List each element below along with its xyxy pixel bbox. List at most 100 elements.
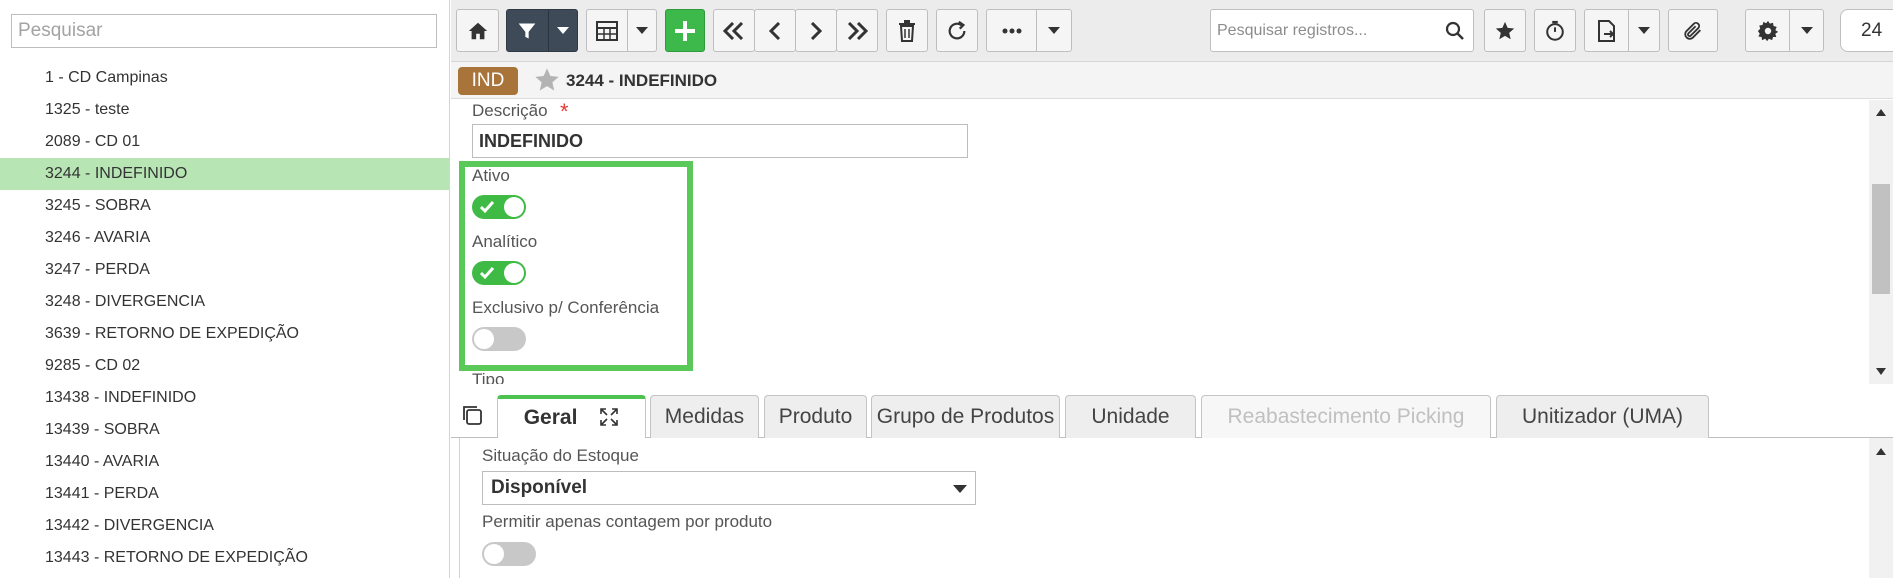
scroll-down-icon[interactable] [1876,368,1886,375]
export-icon [1597,19,1615,42]
table-view-dropdown[interactable] [626,10,656,51]
list-item[interactable]: 3248 - DIVERGENCIA [0,286,449,318]
check-icon [479,267,495,280]
plus-icon [675,20,695,41]
tab-content: Situação do Estoque Disponível Permitir … [459,438,1869,578]
ativo-label: Ativo [472,166,510,185]
check-icon [479,201,495,214]
list-item[interactable]: 13441 - PERDA [0,478,449,510]
descricao-label: Descrição [472,101,548,120]
table-view-button[interactable] [586,9,657,52]
caret-down-icon [953,485,967,493]
list-search-input[interactable] [11,14,437,48]
previous-record-button[interactable] [754,9,796,52]
situacao-label: Situação do Estoque [482,446,639,465]
tipo-label: Tipo [472,370,505,384]
paperclip-icon [1684,21,1701,40]
scroll-up-icon[interactable] [1876,109,1886,116]
last-record-button[interactable] [836,9,878,52]
filter-button[interactable] [506,9,578,52]
caret-down-icon [1048,26,1061,34]
tab-grupo-de-produtos[interactable]: Grupo de Produtos [871,395,1060,438]
search-icon[interactable] [1445,21,1465,41]
next-record-button[interactable] [795,9,837,52]
exclusivo-label: Exclusivo p/ Conferência [472,298,660,317]
toolbar: 24 [451,0,1893,62]
permitir-label: Permitir apenas contagem por produto [482,512,773,531]
export-dropdown[interactable] [1628,10,1659,51]
list-item[interactable]: 3247 - PERDA [0,254,449,286]
record-list: 1 - CD Campinas 1325 - teste 2089 - CD 0… [0,62,449,574]
list-item[interactable]: 13439 - SOBRA [0,414,449,446]
filter-icon [519,23,536,38]
descricao-input[interactable] [472,124,968,158]
list-item[interactable]: 3639 - RETORNO DE EXPEDIÇÃO [0,318,449,350]
home-icon [468,22,487,39]
star-icon[interactable] [533,66,561,94]
permitir-toggle[interactable] [482,542,536,566]
list-item[interactable]: 3246 - AVARIA [0,222,449,254]
filter-dropdown[interactable] [547,10,577,51]
tab-produto[interactable]: Produto [764,395,867,438]
list-item[interactable]: 3245 - SOBRA [0,190,449,222]
more-icon [1002,28,1022,33]
records-search-input[interactable] [1211,10,1436,51]
more-actions-button[interactable] [986,9,1072,52]
tab-geral[interactable]: Geral [497,395,646,439]
record-title: 3244 - INDEFINIDO [566,71,718,90]
refresh-icon [948,20,966,39]
scroll-up-icon[interactable] [1876,448,1886,455]
add-button[interactable] [665,9,705,52]
previous-icon [768,21,781,40]
list-item[interactable]: 2089 - CD 01 [0,126,449,158]
delete-button[interactable] [886,9,928,52]
list-item[interactable]: 9285 - CD 02 [0,350,449,382]
record-header: IND 3244 - INDEFINIDO [451,62,1893,99]
last-page-icon [847,21,868,40]
settings-dropdown[interactable] [1789,10,1823,51]
star-icon [1495,21,1515,39]
tabs-bar: Geral Medidas Produto Grupo de Produtos … [451,384,1893,439]
table-icon [595,20,618,41]
export-button[interactable] [1584,9,1660,52]
caret-down-icon [635,26,648,34]
ativo-toggle[interactable] [472,195,526,219]
settings-button[interactable] [1745,9,1824,52]
tab-unidade[interactable]: Unidade [1065,395,1196,438]
expand-icon[interactable] [599,407,619,427]
list-item[interactable]: 13442 - DIVERGENCIA [0,510,449,542]
record-list-panel: 1 - CD Campinas 1325 - teste 2089 - CD 0… [0,0,450,578]
records-search [1210,9,1474,52]
timer-button[interactable] [1534,9,1576,52]
first-page-icon [723,21,744,40]
tab-scrollbar[interactable] [1869,438,1893,578]
first-record-button[interactable] [713,9,755,52]
form-scrollbar[interactable] [1869,100,1893,384]
timer-icon [1546,20,1564,41]
page-count[interactable]: 24 [1840,9,1893,52]
copy-icon[interactable] [461,404,483,426]
list-item-selected[interactable]: 3244 - INDEFINIDO [0,158,449,190]
caret-down-icon [1800,26,1813,34]
exclusivo-toggle[interactable] [472,327,526,351]
situacao-select[interactable]: Disponível [482,471,976,505]
favorite-button[interactable] [1484,9,1526,52]
tab-reabastecimento-picking: Reabastecimento Picking [1201,395,1491,438]
list-item[interactable]: 13438 - INDEFINIDO [0,382,449,414]
caret-down-icon [1638,26,1651,34]
refresh-button[interactable] [936,9,978,52]
home-button[interactable] [456,9,499,52]
more-actions-dropdown[interactable] [1036,10,1071,51]
list-item[interactable]: 13443 - RETORNO DE EXPEDIÇÃO [0,542,449,574]
record-form: Descrição * Ativo Analítico Exclusivo p/… [451,100,1869,384]
record-badge: IND [458,67,518,95]
analitico-toggle[interactable] [472,261,526,285]
tab-medidas[interactable]: Medidas [650,395,759,438]
attachments-button[interactable] [1668,9,1718,52]
tab-label: Geral [523,406,578,429]
list-item[interactable]: 1 - CD Campinas [0,62,449,94]
list-item[interactable]: 13440 - AVARIA [0,446,449,478]
next-icon [810,21,823,40]
tab-unitizador[interactable]: Unitizador (UMA) [1496,395,1709,438]
list-item[interactable]: 1325 - teste [0,94,449,126]
